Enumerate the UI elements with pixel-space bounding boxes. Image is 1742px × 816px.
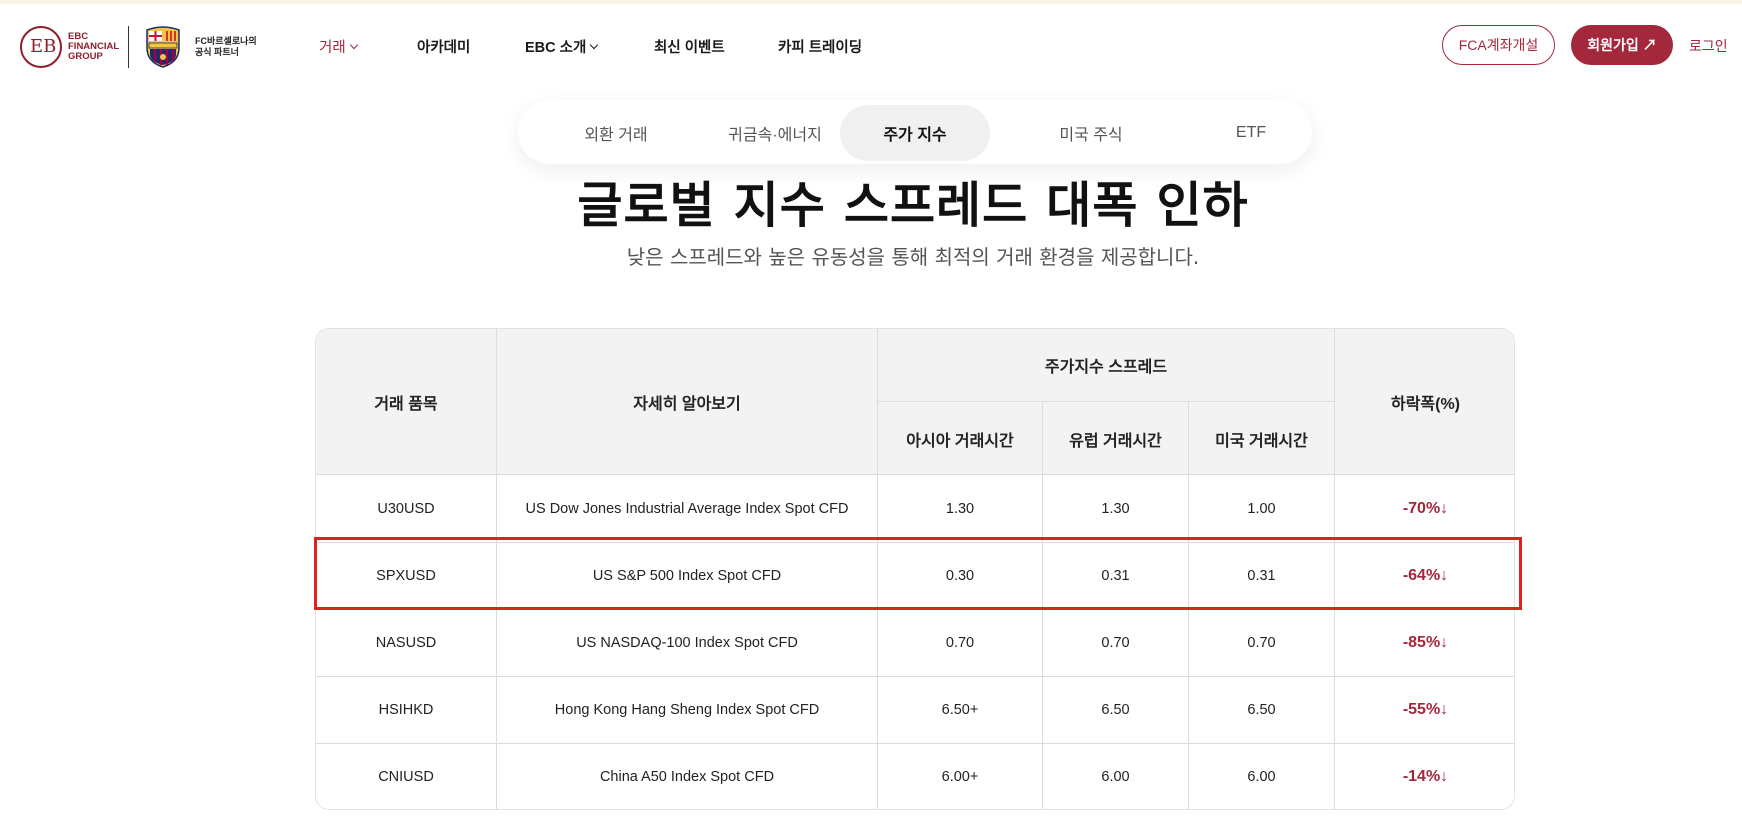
cell-us: 6.00 bbox=[1247, 768, 1276, 785]
nav-item-trading[interactable]: 거래 bbox=[319, 36, 358, 57]
cell-europe: 0.70 bbox=[1101, 634, 1130, 651]
header-drop: 하락폭(%) bbox=[1390, 396, 1461, 413]
tab-us-stocks[interactable]: 미국 주식 bbox=[1008, 105, 1174, 161]
ebc-logo[interactable]: EB EBC FINANCIAL GROUP bbox=[20, 26, 119, 68]
highlight-box bbox=[314, 537, 1522, 610]
login-link[interactable]: 로그인 bbox=[1689, 36, 1728, 56]
tab-etf[interactable]: ETF bbox=[1168, 105, 1334, 161]
cell-symbol: NASUSD bbox=[375, 634, 437, 651]
cell-symbol: CNIUSD bbox=[378, 768, 434, 785]
nav-item-label: EBC 소개 bbox=[525, 40, 587, 56]
cell-details-link[interactable]: China A50 Index Spot CFD bbox=[497, 743, 877, 809]
site-header: EB EBC FINANCIAL GROUP FC바르셀로나의 공식 파트너 거… bbox=[0, 4, 1742, 86]
tab-metals-energy[interactable]: 귀금속·에너지 bbox=[692, 105, 858, 161]
header-asia: 아시아 거래시간 bbox=[906, 432, 1014, 450]
header-symbol: 거래 품목 bbox=[374, 396, 438, 413]
page-title: 글로벌 지수 스프레드 대폭 인하 bbox=[577, 177, 1249, 234]
header-details: 자세히 알아보기 bbox=[633, 396, 741, 413]
cell-us: 0.70 bbox=[1247, 634, 1276, 651]
nav-item-label: 거래 bbox=[319, 40, 346, 56]
cell-europe: 6.00 bbox=[1101, 768, 1130, 785]
cell-asia: 1.30 bbox=[945, 500, 975, 517]
cell-drop: -14%↓ bbox=[1402, 767, 1449, 785]
cell-symbol: U30USD bbox=[377, 500, 435, 517]
cell-details-link[interactable]: US Dow Jones Industrial Average Index Sp… bbox=[497, 475, 877, 542]
tab-stock-index[interactable]: 주가 지수 bbox=[840, 105, 990, 161]
cell-details-link[interactable]: US NASDAQ-100 Index Spot CFD bbox=[497, 609, 877, 676]
cell-drop: -70%↓ bbox=[1402, 499, 1449, 517]
cell-drop: -55%↓ bbox=[1402, 700, 1449, 718]
tab-forex[interactable]: 외환 거래 bbox=[533, 105, 699, 161]
fc-barcelona-crest-icon bbox=[146, 26, 180, 68]
ebc-logo-text: EBC FINANCIAL GROUP bbox=[68, 31, 120, 62]
nav-item-events[interactable]: 최신 이벤트 bbox=[654, 36, 725, 57]
chevron-down-icon bbox=[590, 40, 599, 49]
nav-item-label: 카피 트레이딩 bbox=[778, 40, 863, 56]
nav-item-label: 아카데미 bbox=[417, 40, 471, 56]
cell-us: 1.00 bbox=[1247, 500, 1276, 517]
signup-button[interactable]: 회원가입 ↗ bbox=[1571, 25, 1673, 65]
nav-item-copy-trading[interactable]: 카피 트레이딩 bbox=[778, 36, 862, 57]
cell-drop: -85%↓ bbox=[1402, 633, 1449, 651]
cell-asia: 6.00+ bbox=[941, 768, 979, 785]
cell-europe: 1.30 bbox=[1101, 500, 1130, 517]
nav-item-academy[interactable]: 아카데미 bbox=[417, 36, 470, 57]
fca-account-button[interactable]: FCA계좌개설 bbox=[1442, 25, 1555, 65]
page-subtitle: 낮은 스프레드와 높은 유동성을 통해 최적의 거래 환경을 제공합니다. bbox=[626, 245, 1200, 269]
cell-asia: 0.70 bbox=[945, 634, 975, 651]
nav-item-label: 최신 이벤트 bbox=[654, 40, 725, 56]
cell-us: 6.50 bbox=[1247, 701, 1276, 718]
cell-details-link[interactable]: Hong Kong Hang Sheng Index Spot CFD bbox=[497, 676, 877, 743]
cell-asia: 6.50+ bbox=[941, 701, 979, 718]
header-us: 미국 거래시간 bbox=[1215, 432, 1308, 450]
cell-europe: 6.50 bbox=[1101, 701, 1130, 718]
header-europe: 유럽 거래시간 bbox=[1069, 432, 1162, 450]
header-spread-group: 주가지수 스프레드 bbox=[1044, 359, 1168, 376]
fcb-partner-text: FC바르셀로나의 공식 파트너 bbox=[195, 36, 257, 57]
cell-symbol: HSIHKD bbox=[378, 701, 434, 718]
chevron-down-icon bbox=[349, 40, 358, 49]
product-tabs: 외환 거래 귀금속·에너지 주가 지수 미국 주식 ETF bbox=[518, 100, 1312, 164]
nav-item-about-ebc[interactable]: EBC 소개 bbox=[525, 36, 599, 57]
logo-divider bbox=[128, 26, 129, 68]
ebc-logo-mark-icon: EB bbox=[20, 26, 62, 68]
